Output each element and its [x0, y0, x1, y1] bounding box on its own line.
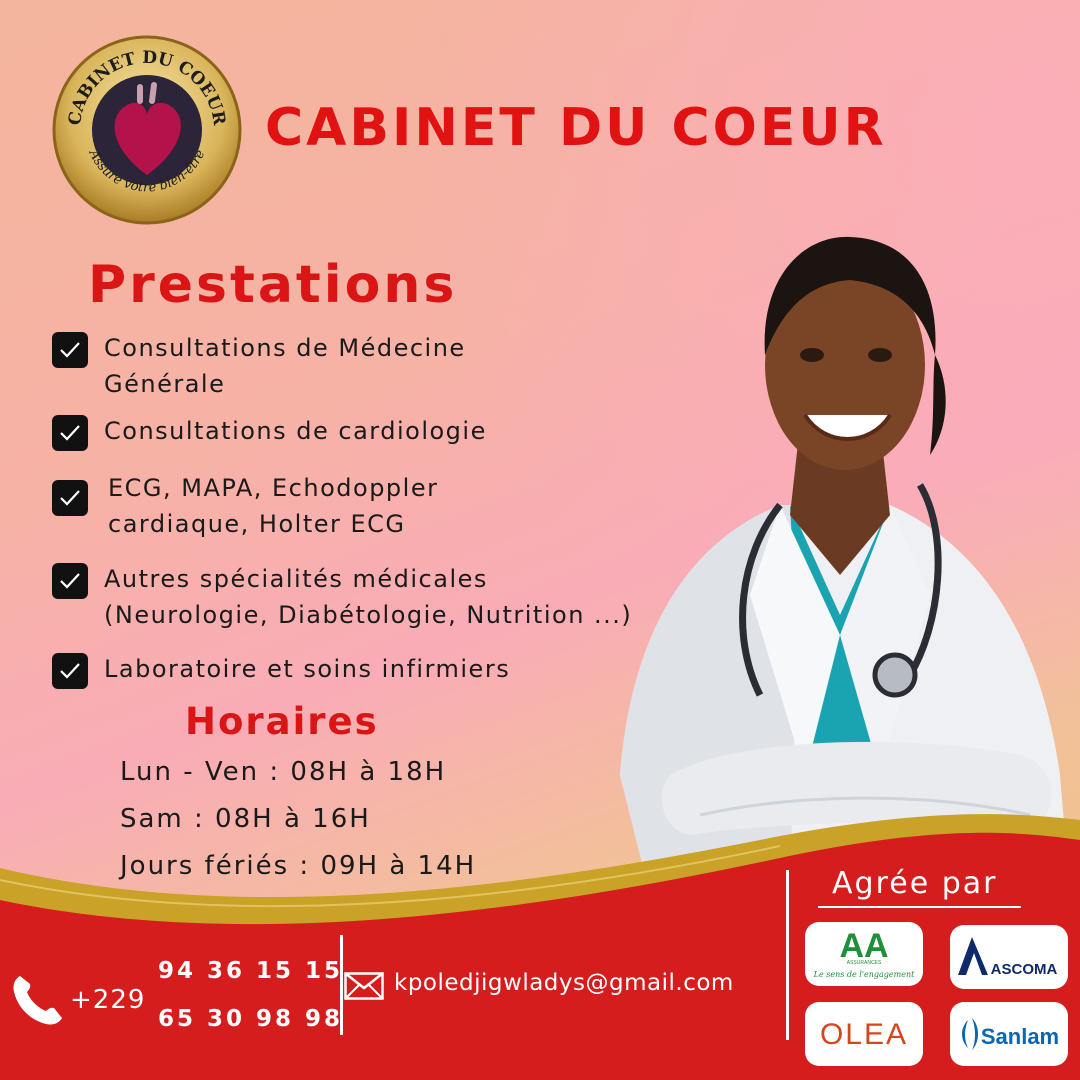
service-item: Autres spécialités médicales (Neurologie… [52, 561, 632, 633]
service-label: Consultations de cardiologie [104, 417, 487, 445]
service-label: Laboratoire et soins infirmiers [104, 655, 511, 683]
email-link[interactable]: kpoledjigwladys@gmail.com [394, 970, 734, 996]
check-icon [52, 653, 88, 689]
hours-title: Horaires [185, 700, 379, 743]
check-icon [52, 480, 88, 516]
check-icon [52, 415, 88, 451]
service-label: ECG, MAPA, Echodoppler cardiaque, Holter… [108, 474, 439, 538]
service-item: Consultations de cardiologie [52, 413, 487, 451]
service-item: ECG, MAPA, Echodoppler cardiaque, Holter… [52, 470, 438, 542]
phone-number[interactable]: 65 30 98 98 [158, 1006, 343, 1032]
mail-icon [344, 972, 384, 1000]
service-label: Consultations de Médecine Générale [104, 334, 466, 398]
service-item: Laboratoire et soins infirmiers [52, 651, 510, 689]
partner-aa-tagline: Le sens de l'engagement [813, 970, 915, 979]
approval-underline [818, 906, 1021, 908]
partner-sanlam-name: Sanlam [981, 1024, 1059, 1049]
phone-prefix: +229 [70, 985, 146, 1015]
services-title: Prestations [88, 255, 458, 315]
approval-title: Agrée par [832, 866, 998, 901]
brand-title: CABINET DU COEUR [265, 98, 887, 158]
phone-number[interactable]: 94 36 15 15 [158, 958, 343, 984]
divider [786, 870, 789, 1040]
service-item: Consultations de Médecine Générale [52, 330, 466, 402]
partner-logo-ascoma: ASCOMA [950, 925, 1068, 989]
hours-line: Sam : 08H à 16H [120, 804, 371, 834]
doctor-photo [620, 236, 1070, 895]
partner-ascoma-name: ASCOMA [991, 961, 1058, 978]
hours-line: Lun - Ven : 08H à 18H [120, 757, 447, 787]
partner-aa-small: ASSURANCES [847, 960, 882, 966]
partner-olea-name: OLEA [820, 1018, 908, 1051]
service-label: Autres spécialités médicales (Neurologie… [104, 565, 633, 629]
hours-line: Jours fériés : 09H à 14H [120, 851, 477, 881]
phone-icon [13, 976, 63, 1025]
partner-logo-aa: AA ASSURANCES Le sens de l'engagement [805, 922, 923, 986]
check-icon [52, 332, 88, 368]
check-icon [52, 563, 88, 599]
divider [340, 935, 343, 1035]
partner-logo-sanlam: Sanlam [950, 1002, 1068, 1066]
partner-logo-olea: OLEA [805, 1002, 923, 1066]
clinic-logo: CABINET DU COEUR Assure votre bien-être [52, 35, 242, 225]
flyer: CABINET DU COEUR Assure votre bien-être … [0, 0, 1080, 1080]
